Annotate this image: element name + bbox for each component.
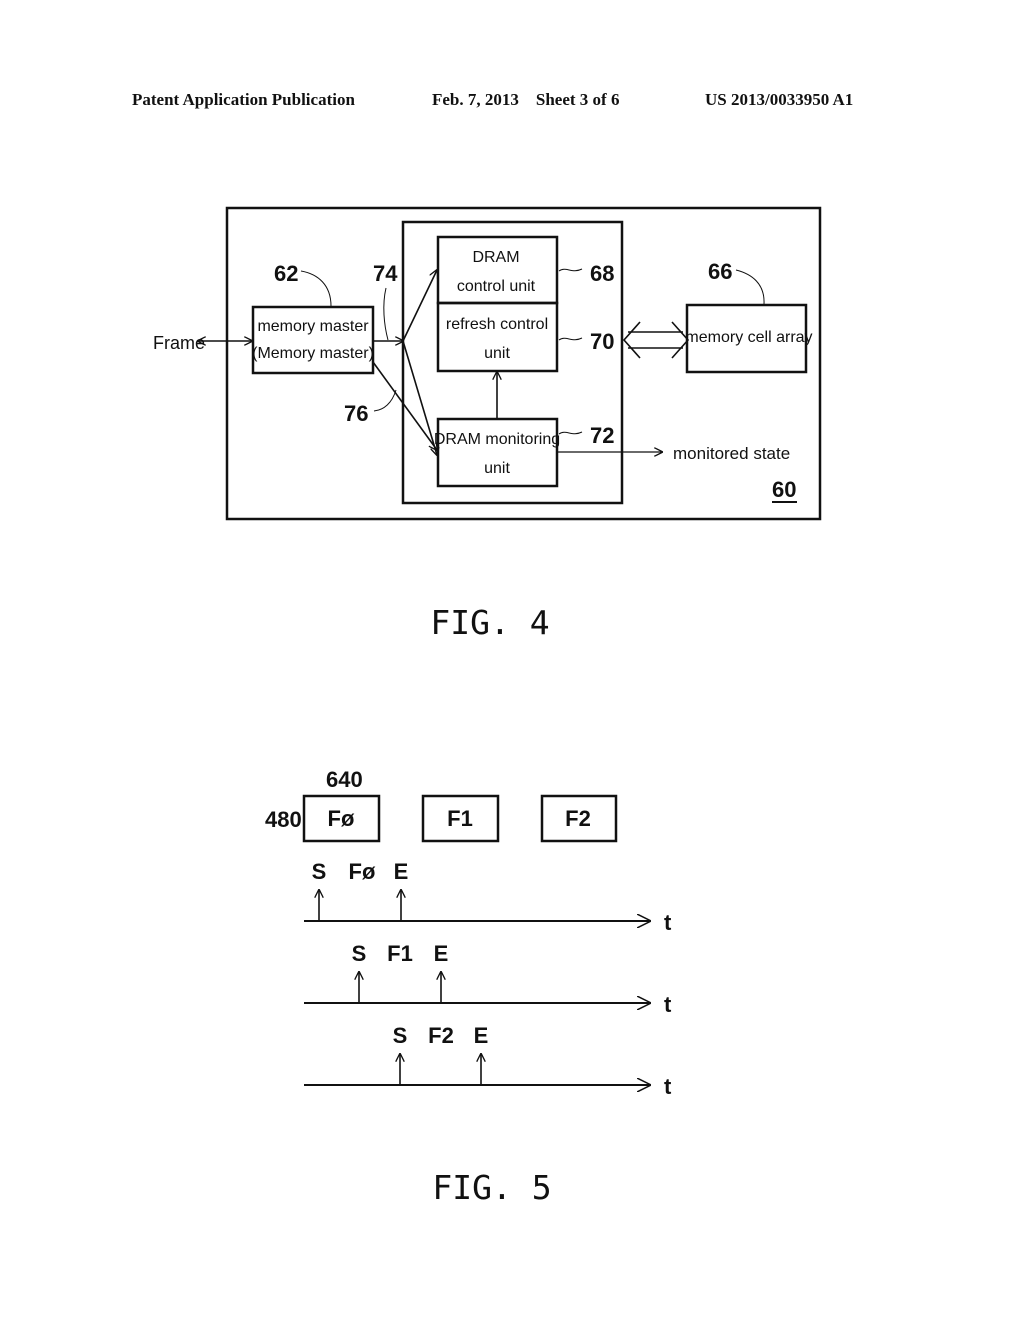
dram-monitoring-label-1: DRAM monitoring [434,431,560,448]
frame-label-f0: Fø [328,806,355,831]
leader-72 [558,431,583,435]
memory-master-box [251,305,375,375]
start-label: S [312,859,327,884]
start-label: S [352,941,367,966]
bus-arrow [622,321,690,359]
frame-label: Fø [349,859,376,884]
path-76 [372,361,437,450]
memory-cell-array-label: memory cell array [685,329,812,346]
dram-control-label-2: control unit [457,278,536,295]
memory-master-label-2: (Memory master) [252,345,374,362]
frame-label: F2 [428,1023,454,1048]
refresh-control-label-2: unit [484,345,510,362]
fig4-caption: FIG. 4 [430,603,549,642]
arrow-74-to-monitor [402,340,437,455]
leader-70 [558,337,583,341]
end-label: E [434,941,449,966]
ref-70: 70 [590,329,614,354]
start-label: S [393,1023,408,1048]
fig5-caption: FIG. 5 [432,1168,551,1207]
timeline-f2: t S F2 E [304,1023,672,1099]
fig4-diagram: Frame memory master (Memory master) 62 7… [153,206,822,521]
monitored-state-label: monitored state [673,444,790,463]
system-60-outline [225,206,822,521]
dram-monitoring-label-2: unit [484,460,510,477]
figure-canvas: Frame memory master (Memory master) 62 7… [153,206,822,1207]
leader-68 [558,268,583,272]
leader-74 [383,287,389,341]
ref-72: 72 [590,423,614,448]
timeline-f0: t S Fø E [304,859,672,935]
ref-76: 76 [344,401,368,426]
end-label: E [474,1023,489,1048]
timeline-f1: t S F1 E [304,941,672,1017]
refresh-control-label-1: refresh control [446,316,548,333]
frame-label: F1 [387,941,413,966]
ref-66: 66 [708,259,732,284]
leader-76 [373,389,397,412]
frame-label-f1: F1 [447,806,473,831]
ref-60: 60 [772,477,796,502]
frame-label-f2: F2 [565,806,591,831]
leader-66 [735,269,765,305]
end-label: E [394,859,409,884]
ref-68: 68 [590,261,614,286]
frame-width-label: 640 [326,767,363,792]
frame-height-label: 480 [265,807,302,832]
frame-label: Frame [153,333,205,353]
axis-label-t: t [664,910,672,935]
ref-62: 62 [274,261,298,286]
axis-label-t: t [664,1074,672,1099]
dram-control-label-1: DRAM [472,249,519,266]
leader-62 [300,270,332,307]
fig5-diagram: 640 480 Fø F1 F2 t S Fø E t S F1 E t S F… [265,767,672,1099]
ref-74: 74 [373,261,398,286]
arrow-to-dram-control [402,270,437,342]
memory-master-label-1: memory master [257,318,369,335]
axis-label-t: t [664,992,672,1017]
